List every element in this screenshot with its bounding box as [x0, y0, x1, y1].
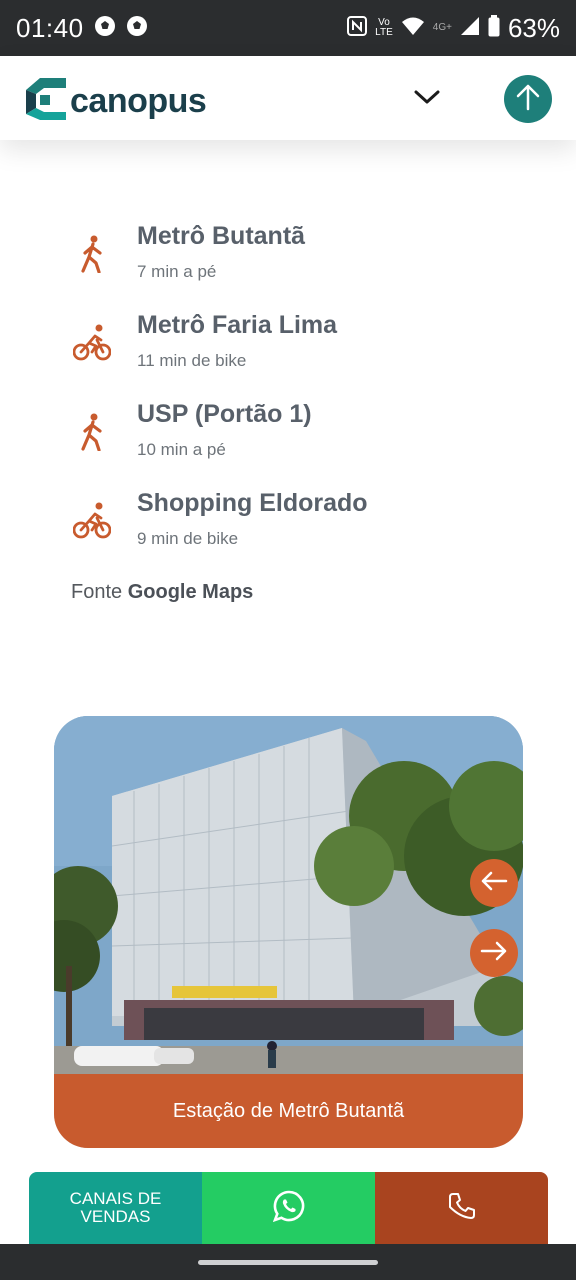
arrow-left-icon: [480, 870, 508, 897]
place-name: Metrô Butantã: [137, 222, 306, 250]
signal-icon: [460, 16, 480, 41]
logo-text: canopus: [70, 82, 207, 120]
gallery-prev-button[interactable]: [470, 859, 518, 907]
place-time: 10 min a pé: [137, 440, 226, 459]
whatsapp-icon: [272, 1190, 305, 1227]
status-right: Vo LTE 4G+ 63%: [347, 13, 560, 44]
status-bar: 01:40 Vo LTE 4G+ 63%: [0, 0, 576, 56]
battery-percent: 63%: [507, 12, 560, 43]
bike-icon: [72, 323, 112, 363]
contact-action-bar: CANAIS DE VENDAS: [29, 1172, 548, 1244]
sales-label-line1: CANAIS DE: [69, 1189, 162, 1208]
network-type: 4G+: [432, 21, 452, 33]
phone-call-button[interactable]: [375, 1172, 548, 1244]
volte-icon: Vo LTE: [375, 18, 393, 38]
chevron-down-icon: [414, 89, 440, 110]
station-photo: [54, 716, 523, 1074]
source-name: Google Maps: [127, 581, 254, 603]
place-time: 9 min de bike: [137, 529, 239, 548]
arrow-up-icon: [515, 83, 541, 116]
site-header: canopus: [0, 56, 576, 140]
battery-icon: [488, 14, 500, 42]
sales-channels-button[interactable]: CANAIS DE VENDAS: [29, 1172, 202, 1244]
wifi-icon: [401, 16, 425, 41]
system-navigation-bar: [0, 1244, 576, 1280]
photo-caption: Estação de Metrô Butantã: [54, 1074, 523, 1148]
volte-bottom-label: LTE: [375, 27, 393, 38]
walk-icon: [72, 412, 112, 452]
menu-dropdown-button[interactable]: [410, 82, 444, 116]
source-prefix: Fonte: [71, 581, 123, 603]
map-source: Fonte Google Maps: [71, 581, 253, 604]
list-item: Metrô Butantã 7 min a pé: [70, 222, 530, 311]
place-name: Shopping Eldorado: [137, 489, 368, 517]
whatsapp-button[interactable]: [202, 1172, 375, 1244]
soccer-ball-icon: [126, 15, 148, 42]
canopus-logo[interactable]: canopus: [26, 78, 207, 125]
list-item: USP (Portão 1) 10 min a pé: [70, 400, 530, 489]
phone-icon: [447, 1191, 477, 1226]
bike-icon: [72, 501, 112, 541]
place-name: Metrô Faria Lima: [137, 311, 338, 339]
place-time: 11 min de bike: [137, 351, 247, 370]
arrow-right-icon: [480, 940, 508, 967]
nfc-icon: [347, 15, 368, 41]
place-time: 7 min a pé: [137, 262, 217, 281]
status-left: 01:40: [16, 13, 148, 44]
sales-label-line2: VENDAS: [80, 1207, 151, 1226]
walk-icon: [72, 234, 112, 274]
place-name: USP (Portão 1): [137, 400, 312, 428]
gallery-next-button[interactable]: [470, 929, 518, 977]
scroll-to-top-button[interactable]: [504, 75, 552, 123]
canopus-logo-mark: [26, 78, 66, 125]
photo-gallery-card: Estação de Metrô Butantã: [54, 716, 523, 1148]
status-time: 01:40: [16, 12, 84, 43]
list-item: Shopping Eldorado 9 min de bike: [70, 489, 530, 578]
list-item: Metrô Faria Lima 11 min de bike: [70, 311, 530, 400]
home-indicator[interactable]: [198, 1260, 378, 1265]
nearby-places-list: Metrô Butantã 7 min a pé Metrô Faria Lim…: [70, 222, 530, 578]
soccer-ball-icon: [94, 15, 116, 42]
